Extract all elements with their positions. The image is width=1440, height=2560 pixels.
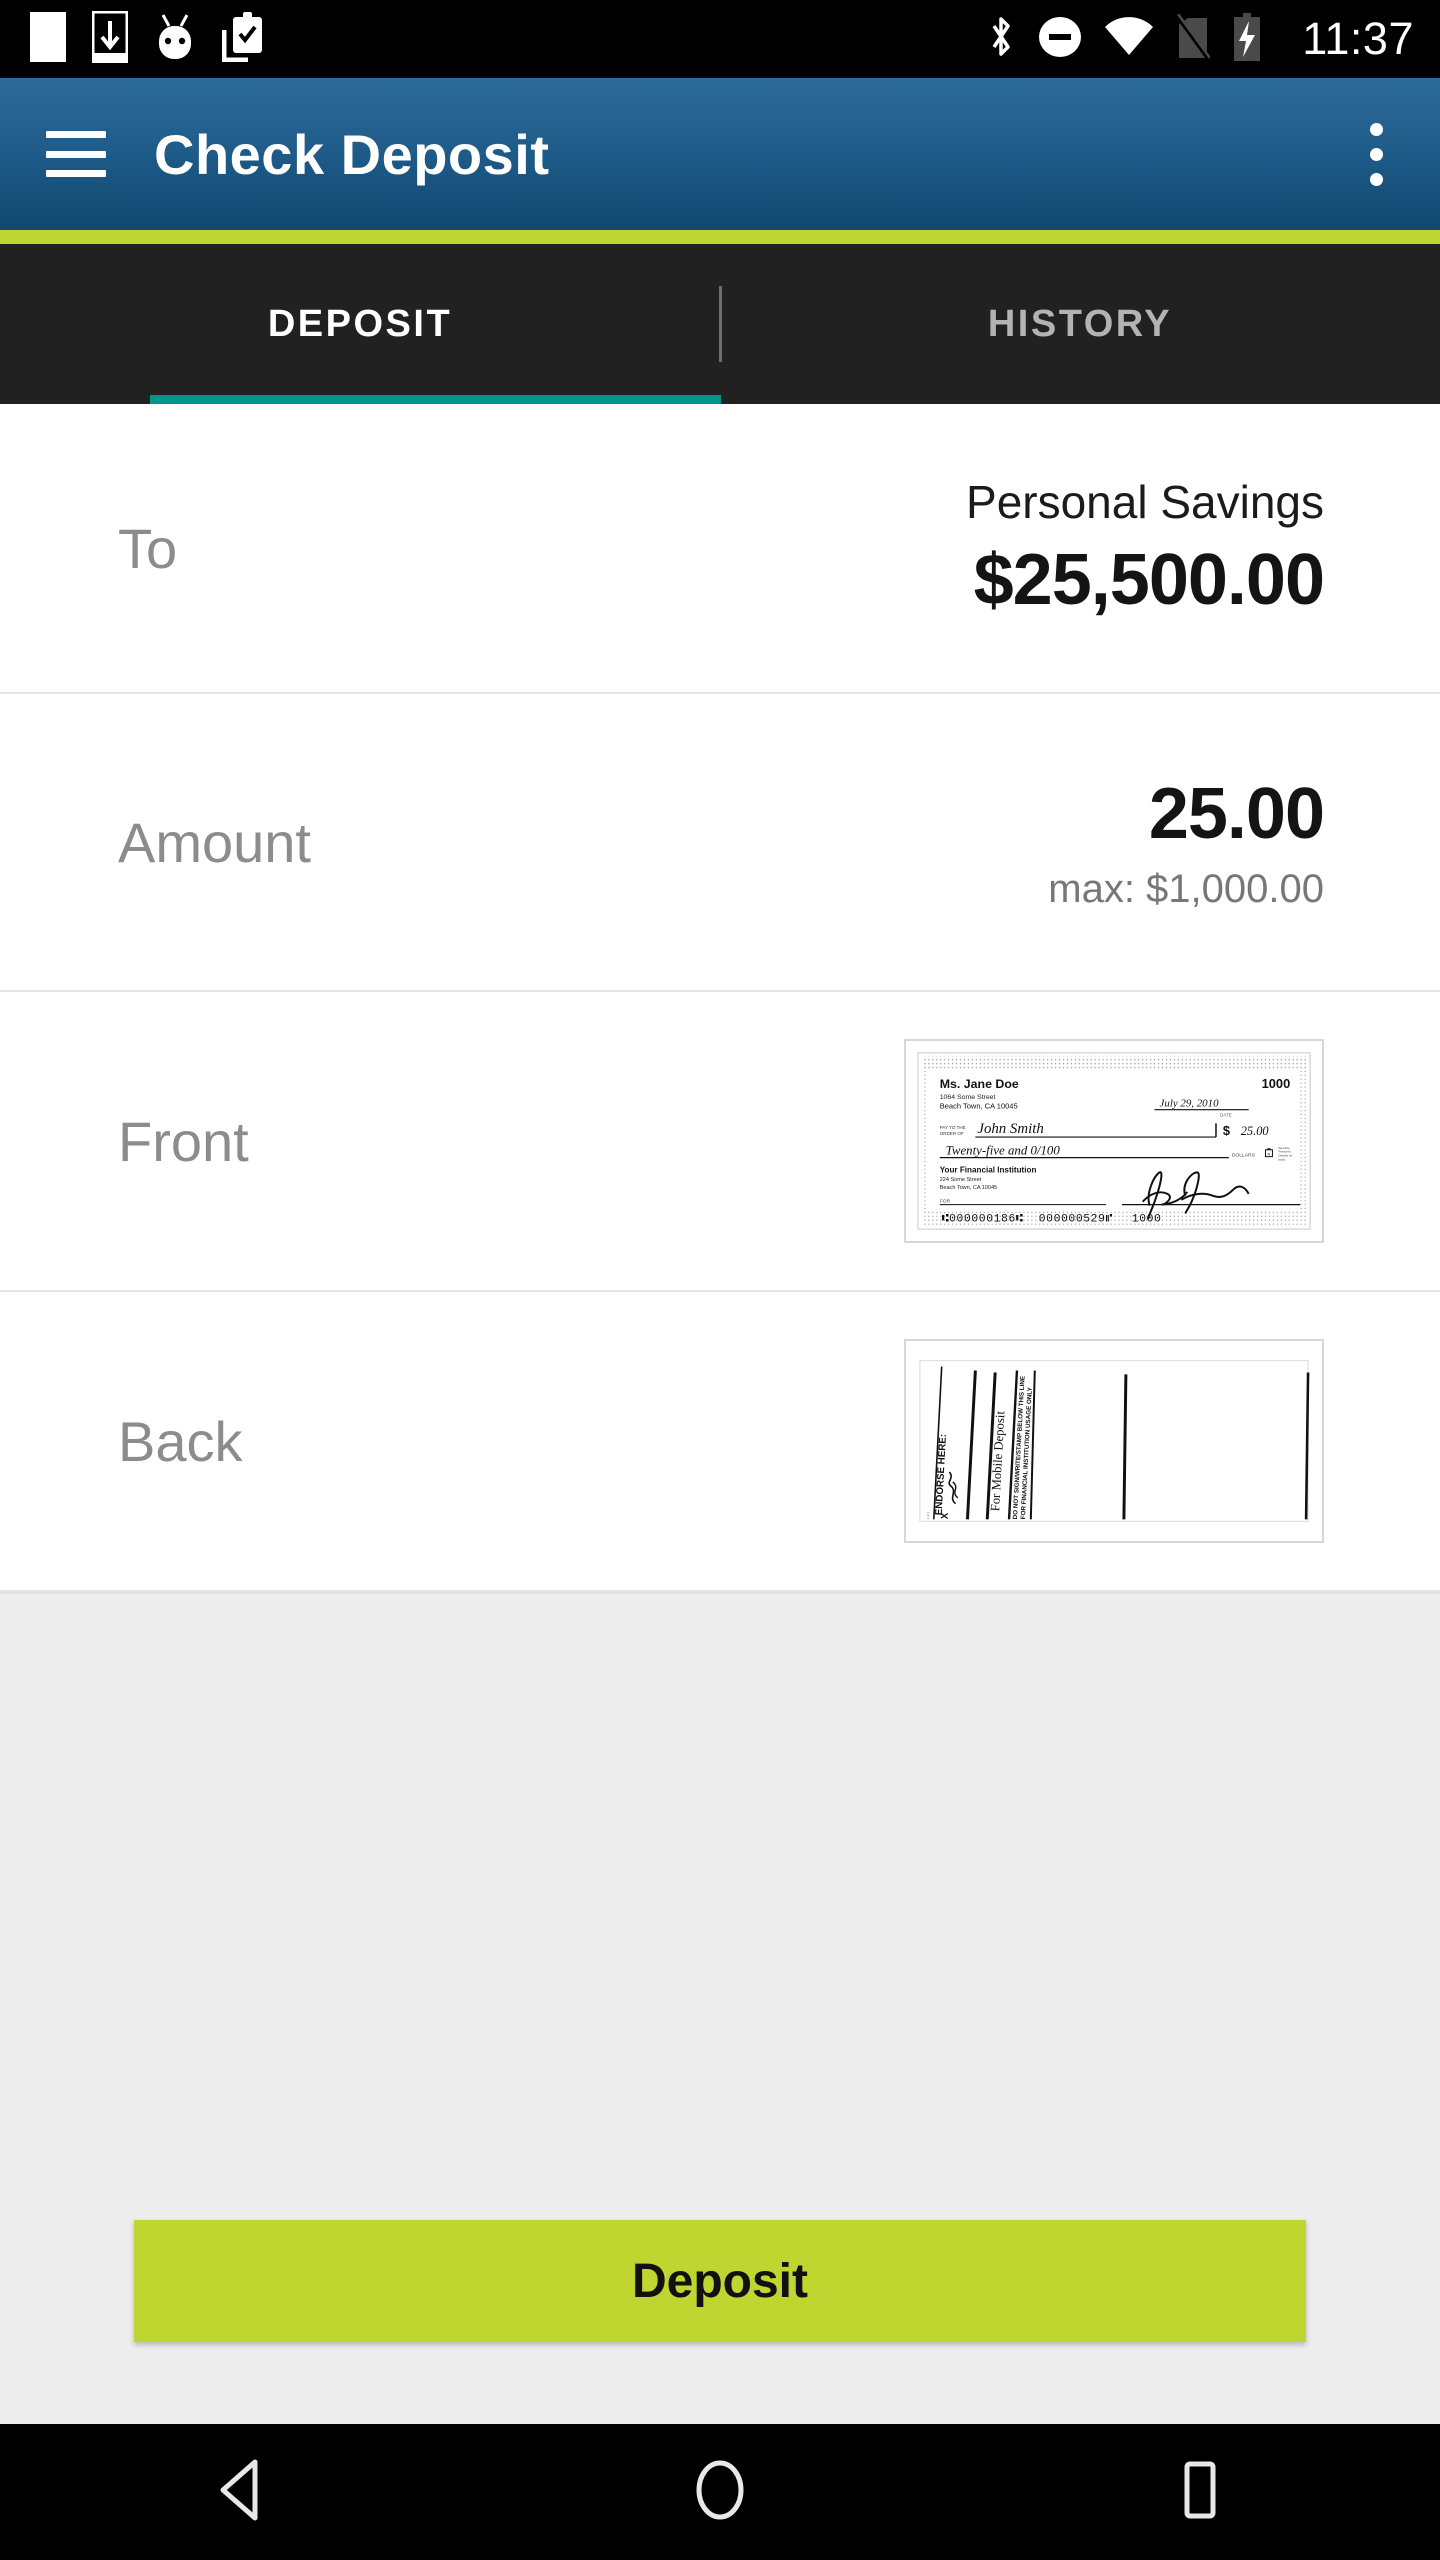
check-front-drawing: Ms. Jane Doe 1064 Some Street Beach Town… xyxy=(912,1047,1316,1235)
row-back-label: Back xyxy=(118,1409,243,1473)
android-robot-icon xyxy=(154,13,196,66)
svg-text:1000: 1000 xyxy=(1132,1213,1162,1225)
amount-max-hint: max: $1,000.00 xyxy=(1048,866,1324,911)
tab-deposit[interactable]: DEPOSIT xyxy=(0,244,720,404)
svg-text:1000: 1000 xyxy=(1262,1076,1291,1091)
svg-text:n: n xyxy=(1267,1153,1270,1158)
tab-history[interactable]: HISTORY xyxy=(720,244,1440,404)
row-amount-label: Amount xyxy=(118,810,311,874)
check-back-image: ENDORSE HERE: X For Mobile Deposit DO NO… xyxy=(912,1347,1316,1535)
svg-text:224 Some Street: 224 Some Street xyxy=(940,1177,982,1183)
check-front-thumbnail[interactable]: Ms. Jane Doe 1064 Some Street Beach Town… xyxy=(904,1039,1324,1243)
overflow-menu-icon[interactable] xyxy=(1348,116,1404,192)
row-amount-value: 25.00 max: $1,000.00 xyxy=(1048,773,1325,912)
battery-charging-icon xyxy=(1232,12,1262,66)
svg-text:Beach Town, CA 10045: Beach Town, CA 10045 xyxy=(940,1102,1018,1111)
account-name: Personal Savings xyxy=(966,476,1324,528)
svg-text:Your Financial Institution: Your Financial Institution xyxy=(940,1165,1037,1174)
blank-notification-icon xyxy=(30,11,66,67)
svg-text:PAY TO THE: PAY TO THE xyxy=(940,1125,966,1130)
svg-text:John Smith: John Smith xyxy=(977,1121,1043,1137)
hamburger-icon[interactable] xyxy=(46,131,106,177)
deposit-form: To Personal Savings $25,500.00 Amount 25… xyxy=(0,404,1440,1592)
svg-text:DATE: DATE xyxy=(1220,1113,1232,1118)
svg-text:000000529⑈: 000000529⑈ xyxy=(1039,1213,1113,1225)
svg-text:Twenty-five and 0/100: Twenty-five and 0/100 xyxy=(946,1144,1061,1158)
home-circle-icon xyxy=(689,2458,751,2527)
svg-text:DOLLARS: DOLLARS xyxy=(1232,1153,1256,1159)
nav-home-button[interactable] xyxy=(640,2424,800,2560)
row-to-value: Personal Savings $25,500.00 xyxy=(966,475,1325,621)
svg-text:FOR: FOR xyxy=(940,1199,951,1205)
row-front[interactable]: Front Ms. Jane Doe 1064 Some Street Beac… xyxy=(0,992,1440,1292)
account-balance: $25,500.00 xyxy=(973,540,1325,620)
row-front-label: Front xyxy=(118,1109,249,1173)
svg-text:Ms. Jane Doe: Ms. Jane Doe xyxy=(940,1077,1019,1091)
row-amount[interactable]: Amount 25.00 max: $1,000.00 xyxy=(0,694,1440,992)
status-bar: 11:37 xyxy=(0,0,1440,78)
deposit-button-wrapper: Deposit xyxy=(134,2220,1306,2342)
svg-text:1 of 1: 1 of 1 xyxy=(926,1512,930,1520)
tab-divider xyxy=(719,286,722,362)
back-triangle-icon xyxy=(211,2458,269,2527)
tab-history-label: HISTORY xyxy=(987,302,1173,345)
row-to-label: To xyxy=(118,516,178,580)
accent-bar xyxy=(0,230,1440,244)
status-bar-notification-icons xyxy=(30,10,986,68)
svg-text:25.00: 25.00 xyxy=(1241,1124,1269,1138)
svg-text:July 29, 2010: July 29, 2010 xyxy=(1160,1098,1220,1110)
nav-back-button[interactable] xyxy=(160,2424,320,2560)
check-back-thumbnail[interactable]: ENDORSE HERE: X For Mobile Deposit DO NO… xyxy=(904,1339,1324,1543)
app-screen: 11:37 Check Deposit DEPOSIT HISTORY To P… xyxy=(0,0,1440,2560)
bluetooth-icon xyxy=(986,13,1016,66)
amount-input[interactable]: 25.00 xyxy=(1048,773,1325,855)
row-back[interactable]: Back ENDORSE HERE: X For Mobile Deposit … xyxy=(0,1292,1440,1592)
svg-text:X: X xyxy=(940,1512,951,1520)
row-to[interactable]: To Personal Savings $25,500.00 xyxy=(0,404,1440,694)
svg-text:1064 Some Street: 1064 Some Street xyxy=(940,1094,996,1101)
wifi-icon xyxy=(1104,16,1154,62)
download-icon xyxy=(91,10,129,68)
status-bar-system-icons: 11:37 xyxy=(986,12,1414,66)
page-title: Check Deposit xyxy=(154,122,550,186)
check-front-image: Ms. Jane Doe 1064 Some Street Beach Town… xyxy=(912,1047,1316,1235)
svg-text:back.: back. xyxy=(1278,1158,1286,1162)
tab-deposit-label: DEPOSIT xyxy=(267,302,453,345)
tab-bar: DEPOSIT HISTORY xyxy=(0,244,1440,404)
app-bar: Check Deposit xyxy=(0,78,1440,230)
check-back-drawing: ENDORSE HERE: X For Mobile Deposit DO NO… xyxy=(912,1347,1316,1535)
svg-text:ORDER OF: ORDER OF xyxy=(940,1131,964,1136)
svg-text:Beach Town, CA 10045: Beach Town, CA 10045 xyxy=(940,1185,997,1191)
clipboard-check-icon xyxy=(221,11,266,67)
system-navigation-bar xyxy=(0,2424,1440,2560)
status-bar-clock: 11:37 xyxy=(1302,13,1414,64)
svg-text:⑆000000186⑆: ⑆000000186⑆ xyxy=(942,1213,1024,1225)
recents-square-icon xyxy=(1173,2458,1227,2527)
tab-active-indicator xyxy=(150,395,721,404)
no-sim-icon xyxy=(1175,12,1212,65)
svg-text:$: $ xyxy=(1223,1123,1230,1138)
nav-recents-button[interactable] xyxy=(1120,2424,1280,2560)
deposit-button[interactable]: Deposit xyxy=(134,2220,1306,2342)
do-not-disturb-icon xyxy=(1038,15,1082,64)
footer-panel: Deposit xyxy=(0,1592,1440,2424)
